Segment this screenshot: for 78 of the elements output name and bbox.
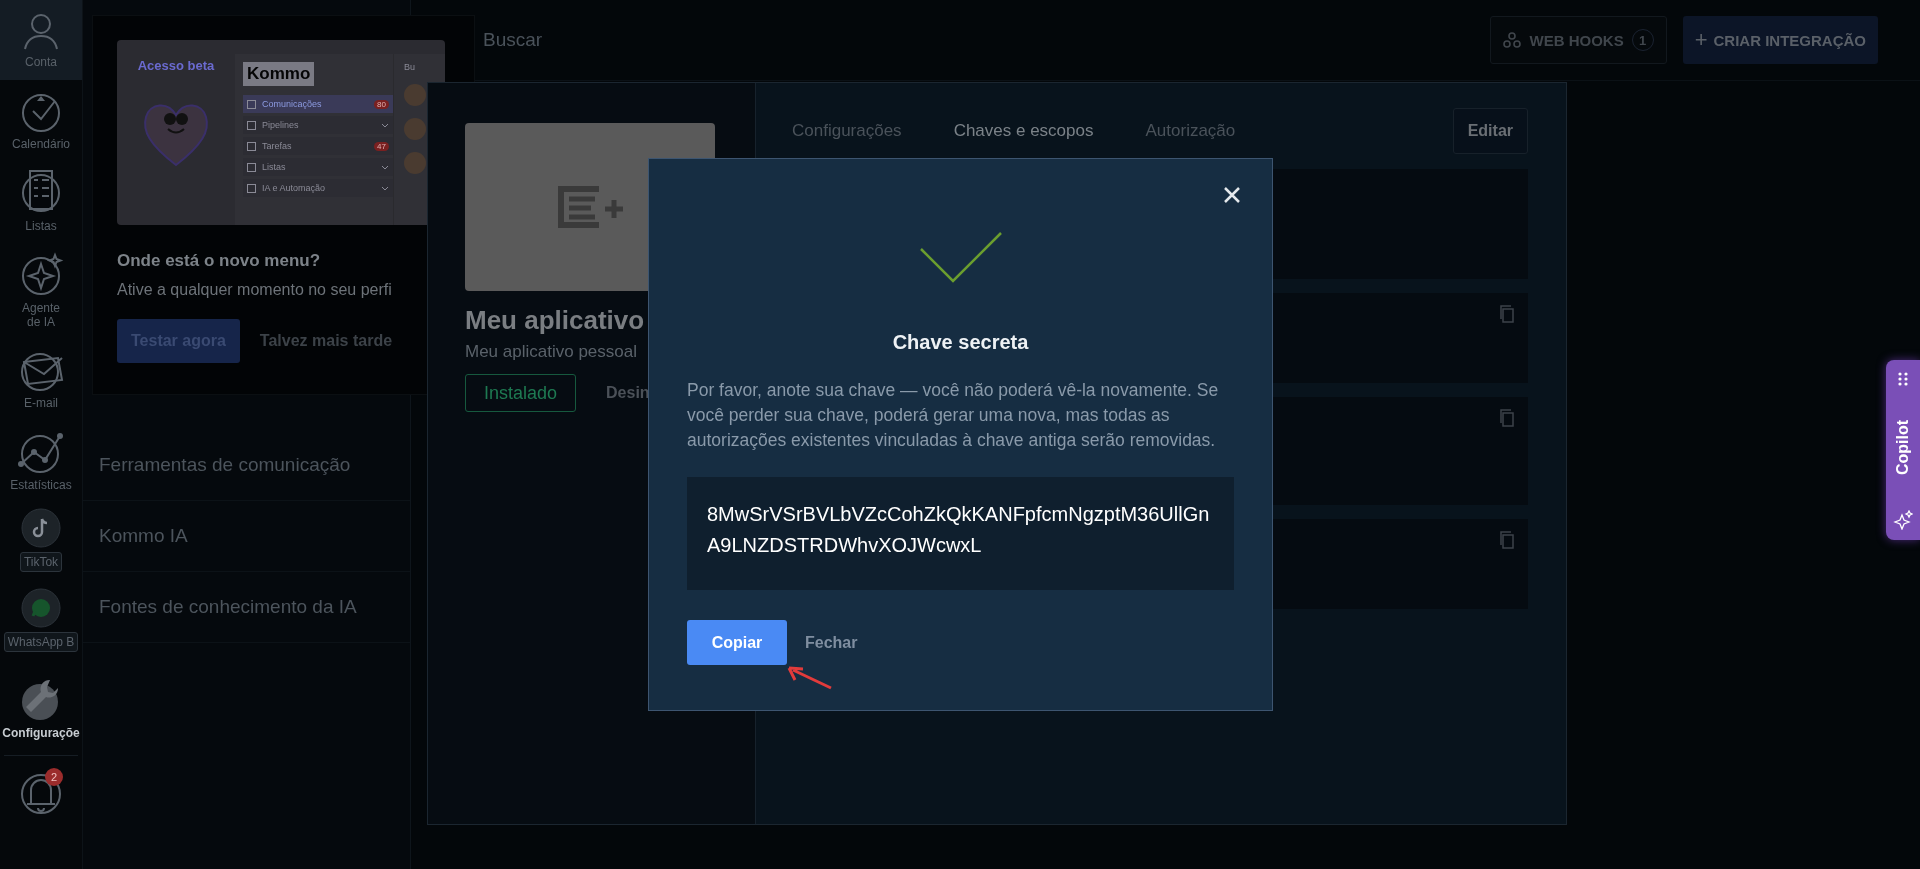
avatar-circle bbox=[404, 84, 426, 106]
avatar-circle bbox=[404, 118, 426, 140]
chevron-down-icon bbox=[381, 122, 389, 128]
tab[interactable]: Autorização bbox=[1145, 105, 1236, 157]
chat-bubble-icon bbox=[21, 588, 61, 628]
settings-menu-item[interactable]: Kommo IA bbox=[83, 501, 410, 572]
nav-label: Estatísticas bbox=[9, 478, 73, 492]
tab[interactable]: Chaves e escopos bbox=[953, 105, 1094, 157]
checkmark-icon bbox=[918, 231, 1003, 283]
menu-item-icon bbox=[247, 183, 256, 193]
tab[interactable]: Configurações bbox=[792, 105, 902, 157]
preview-menu-label: Listas bbox=[262, 162, 287, 172]
preview-search-text: Bu bbox=[404, 62, 416, 72]
edit-button[interactable]: Editar bbox=[1452, 108, 1528, 154]
modal-title: Chave secreta bbox=[892, 331, 1029, 354]
modal-text: Por favor, anote sua chave — você não poderá vê-la novamente. Se você perder sua chave, poderá gerar uma nova, mas todas as autorizações existentes vinculadas à chave antiga serão removidas. bbox=[687, 379, 1220, 452]
copy-button[interactable]: Copiar bbox=[687, 620, 787, 665]
nav-item[interactable]: E-mail bbox=[0, 340, 82, 420]
menu-item-icon bbox=[247, 120, 256, 130]
user-icon bbox=[21, 11, 61, 51]
installed-button[interactable]: Instalado bbox=[465, 374, 577, 412]
nav-item[interactable]: Listas bbox=[0, 160, 82, 240]
nav-item[interactable]: Calendário bbox=[0, 80, 82, 160]
preview-menu-label: Tarefas bbox=[262, 141, 293, 151]
create-integration-button[interactable]: + CRIAR INTEGRAÇÃO bbox=[1682, 16, 1878, 64]
nav-label: Configuraçõe bbox=[1, 725, 81, 740]
chevron-down-icon bbox=[381, 164, 389, 170]
popup-title: Onde está o novo menu? bbox=[117, 251, 322, 271]
preview-count-badge: 80 bbox=[374, 99, 389, 109]
menu-item-icon bbox=[247, 162, 256, 172]
avatar-circle bbox=[404, 152, 426, 174]
nav-label: Conta bbox=[24, 55, 58, 69]
envelope-icon bbox=[18, 350, 64, 392]
webhooks-label: WEB HOOKS bbox=[1529, 31, 1624, 49]
settings-menu-item[interactable]: Fontes de conhecimento da IA bbox=[83, 572, 410, 643]
nav-item[interactable]: Configuraçõe bbox=[0, 660, 82, 755]
preview-menu-label: IA e Automação bbox=[262, 183, 327, 193]
annotation-arrow bbox=[787, 666, 833, 690]
list-icon bbox=[19, 167, 63, 215]
popup-text: Ative a qualquer momento no seu perfi bbox=[117, 281, 393, 299]
nav-label: WhatsApp B bbox=[3, 632, 79, 652]
preview-count-badge: 47 bbox=[374, 141, 389, 151]
plus-icon: + bbox=[1694, 27, 1708, 53]
nav-item[interactable]: WhatsApp B bbox=[0, 580, 82, 660]
secret-key-text: 8MwSrVSrBVLbVZcCohZkQkKANFpfcmNgzptM36UllGnA9LNZDSTRDWhvXOJWcwxL bbox=[687, 477, 1234, 590]
nav-item[interactable]: TikTok bbox=[0, 500, 82, 580]
drag-handle-icon[interactable] bbox=[1898, 372, 1908, 386]
nav-label: E-mail bbox=[23, 396, 59, 410]
preview-menu-label: Pipelines bbox=[262, 120, 300, 130]
nav-item[interactable]: Estatísticas bbox=[0, 420, 82, 500]
menu-item-icon bbox=[247, 141, 256, 151]
create-integration-label: CRIAR INTEGRAÇÃO bbox=[1713, 31, 1866, 49]
close-icon bbox=[1224, 187, 1240, 203]
copilot-tab[interactable]: Copilot bbox=[1894, 420, 1912, 476]
nav-item[interactable]: Agente de IA bbox=[0, 240, 82, 340]
nav-item[interactable]: Conta bbox=[0, 0, 82, 80]
settings-menu-item[interactable]: Ferramentas de comunicação bbox=[83, 430, 410, 501]
menu-item-icon bbox=[247, 99, 256, 109]
search-field[interactable]: Buscar bbox=[481, 28, 1475, 52]
music-note-icon bbox=[21, 508, 61, 548]
webhook-icon bbox=[1503, 31, 1522, 49]
nav-label: TikTok bbox=[19, 552, 63, 572]
app-name: Meu aplicativo bbox=[465, 305, 645, 336]
uninstall-button[interactable]: Desin bbox=[606, 384, 650, 402]
logo-text: Kommo bbox=[243, 62, 315, 86]
close-link-button[interactable]: Fechar bbox=[805, 633, 858, 652]
nav-label: Agente de IA bbox=[20, 301, 61, 329]
preview-menu-label: Comunicações bbox=[262, 99, 323, 109]
nav-label: Listas bbox=[24, 219, 58, 233]
chevron-down-icon bbox=[381, 185, 389, 191]
notification-badge: 2 bbox=[45, 768, 63, 786]
nav-label: Calendário bbox=[10, 137, 71, 151]
maybe-later-button[interactable]: Talvez mais tarde bbox=[259, 332, 393, 350]
webhooks-button[interactable]: WEB HOOKS 1 bbox=[1490, 16, 1667, 64]
sparkle-icon bbox=[1893, 510, 1913, 530]
app-description: Meu aplicativo pessoal bbox=[465, 342, 637, 362]
beta-label: Acesso beta bbox=[137, 58, 215, 73]
add-text-icon bbox=[555, 183, 625, 231]
